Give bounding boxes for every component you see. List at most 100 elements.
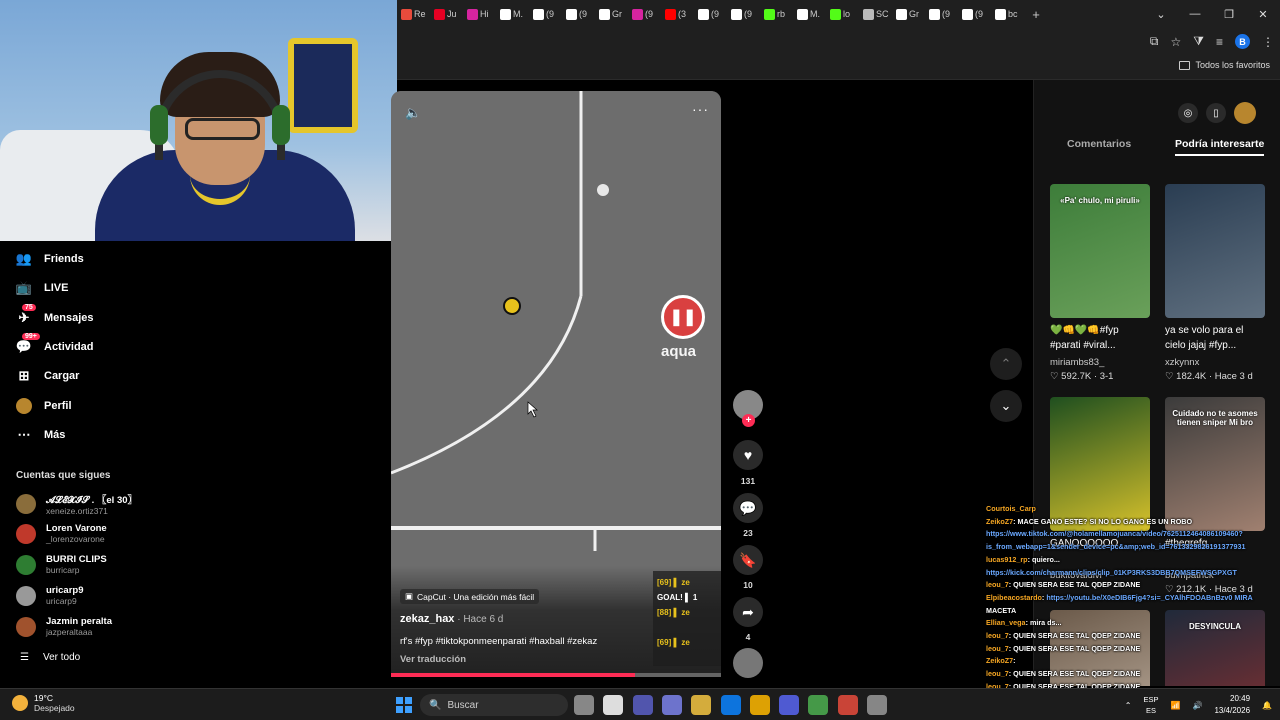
- chat-message: leou_7: QUIEN SERA ESE TAL QDEP ZIDANE: [986, 630, 1280, 643]
- tab-related[interactable]: Podría interesarte: [1175, 138, 1265, 156]
- wifi-icon[interactable]: 📶: [1171, 701, 1181, 710]
- account-text: Loren Varone _lorenzovarone: [46, 523, 107, 544]
- browser-tab[interactable]: (3: [661, 0, 694, 28]
- video-progress-bar[interactable]: [391, 673, 721, 677]
- card-title[interactable]: 💚👊💚👊#fyp #parati #viral...: [1050, 323, 1150, 353]
- more-options-icon[interactable]: ···: [692, 101, 709, 117]
- see-translation-link[interactable]: Ver traducción: [400, 654, 466, 665]
- chat-link[interactable]: https://kick.com/charmann/clips/clip_01K…: [986, 568, 1237, 577]
- video-thumbnail[interactable]: [1165, 184, 1265, 318]
- browser-tab[interactable]: Hi: [463, 0, 496, 28]
- weather-widget[interactable]: 19°C Despejado: [12, 693, 75, 713]
- browser-tab[interactable]: (9: [562, 0, 595, 28]
- sidebar-item-actividad[interactable]: 💬 99+ Actividad: [16, 333, 94, 355]
- store-icon[interactable]: [749, 695, 770, 715]
- account-text: uricarp9 uricarp9: [46, 585, 84, 606]
- sidebar-item-perfil[interactable]: Perfil: [16, 398, 72, 414]
- browser-profile-avatar[interactable]: B: [1235, 34, 1250, 49]
- chevron-down-icon[interactable]: ⌄: [1144, 0, 1178, 28]
- device-icon[interactable]: ▯: [1206, 103, 1226, 123]
- tab-favicon-icon: [599, 8, 610, 20]
- widgets-icon[interactable]: [603, 695, 624, 715]
- chat-link[interactable]: https://www.tiktok.com/@holamellamojuanc…: [986, 529, 1243, 538]
- compass-icon[interactable]: ◎: [1178, 103, 1198, 123]
- teams-icon[interactable]: [661, 695, 682, 715]
- sidebar-item-más[interactable]: ⋯ Más: [16, 427, 66, 443]
- previous-video-button[interactable]: ⌃: [990, 348, 1022, 380]
- clock[interactable]: 20:49 13/4/2026: [1214, 693, 1250, 717]
- browser-tab[interactable]: M.: [793, 0, 826, 28]
- speaker-icon[interactable]: 🔊: [1192, 701, 1202, 710]
- video-author[interactable]: zekaz_hax · Hace 6 d: [400, 613, 503, 625]
- browser-tab[interactable]: Ju: [430, 0, 463, 28]
- next-video-button[interactable]: ⌄: [990, 390, 1022, 422]
- browser-tab[interactable]: M.: [496, 0, 529, 28]
- volume-icon[interactable]: 🔈: [405, 105, 421, 121]
- tray-chevron-icon[interactable]: ⌃: [1125, 701, 1132, 710]
- follow-plus-icon[interactable]: +: [742, 414, 755, 427]
- media-icon[interactable]: ≡: [1216, 35, 1223, 49]
- windows-start-icon[interactable]: [396, 697, 412, 713]
- browser-tab[interactable]: SC: [859, 0, 892, 28]
- cast-icon[interactable]: ⧉: [1150, 34, 1159, 49]
- file-explorer-icon[interactable]: [691, 695, 712, 715]
- app-icon[interactable]: [867, 695, 887, 715]
- task-view-icon[interactable]: [574, 695, 594, 715]
- following-account[interactable]: 𝓐𝓛𝓔𝓧𝓘𝓢 . 〖el 30〗 xeneize.ortiz371: [16, 492, 137, 516]
- copilot-icon[interactable]: [632, 695, 653, 715]
- chat-link[interactable]: https://youtu.be/X0eDIB6Fjg4?si=_CYAlhFD…: [1046, 593, 1252, 602]
- browser-tab[interactable]: bc: [991, 0, 1024, 28]
- chat-link[interactable]: is_from_webapp=1&sender_device=pc&amp;we…: [986, 542, 1246, 551]
- browser-tab[interactable]: lo: [826, 0, 859, 28]
- bookmark-star-icon[interactable]: ☆: [1171, 35, 1182, 49]
- following-account[interactable]: Loren Varone _lorenzovarone: [16, 523, 107, 544]
- chrome-alt-icon[interactable]: [837, 695, 858, 715]
- like-icon[interactable]: ♥: [733, 440, 763, 470]
- extensions-icon[interactable]: ⧩: [1193, 34, 1204, 49]
- browser-tab[interactable]: (9: [628, 0, 661, 28]
- minimize-button[interactable]: —: [1178, 0, 1212, 28]
- browser-tab[interactable]: Gr: [595, 0, 628, 28]
- notifications-icon[interactable]: 🔔: [1262, 701, 1272, 710]
- browser-tab[interactable]: (9: [694, 0, 727, 28]
- video-thumbnail[interactable]: «Pa' chulo, mi piruli»: [1050, 184, 1150, 318]
- browser-tab[interactable]: Re: [397, 0, 430, 28]
- sidebar-item-live[interactable]: 📺 LIVE: [16, 280, 69, 296]
- share-icon[interactable]: ➦: [733, 597, 763, 627]
- browser-tab[interactable]: (9: [925, 0, 958, 28]
- edge-icon[interactable]: [720, 695, 741, 715]
- music-disc-icon[interactable]: [733, 648, 763, 678]
- card-author[interactable]: xzkynnx: [1165, 357, 1199, 368]
- browser-tab[interactable]: (9: [958, 0, 991, 28]
- following-account[interactable]: uricarp9 uricarp9: [16, 585, 84, 606]
- following-account[interactable]: BURRI CLIPS burricarp: [16, 554, 107, 575]
- all-bookmarks-button[interactable]: Todos los favoritos: [1179, 60, 1270, 70]
- language-indicator[interactable]: ESP ES: [1143, 694, 1158, 716]
- bookmark-icon[interactable]: 🔖: [733, 545, 763, 575]
- sidebar-item-friends[interactable]: 👥 Friends: [16, 251, 84, 267]
- new-tab-button[interactable]: +: [1024, 0, 1048, 28]
- browser-tab[interactable]: (9: [727, 0, 760, 28]
- capcut-link[interactable]: ▣ CapCut · Una edición más fácil: [400, 589, 540, 604]
- video-player[interactable]: 🔈 ··· ❚❚ aqua [69] ▌ ze GOAL! ▌ 1 [88] ▌ z…: [391, 91, 721, 677]
- restore-button[interactable]: ❐: [1212, 0, 1246, 28]
- see-all-button[interactable]: ☰ Ver todo: [20, 652, 80, 663]
- browser-tab[interactable]: rb: [760, 0, 793, 28]
- tab-comments[interactable]: Comentarios: [1067, 138, 1131, 150]
- card-title[interactable]: ya se volo para el cielo jajaj #fyp...: [1165, 323, 1265, 353]
- card-author[interactable]: miriambs83_: [1050, 357, 1104, 368]
- chat-username: leou_7: [986, 669, 1009, 679]
- user-avatar[interactable]: [1234, 102, 1256, 124]
- comment-icon[interactable]: 💬: [733, 493, 763, 523]
- sidebar-item-cargar[interactable]: ⊞ Cargar: [16, 368, 80, 384]
- taskbar-search[interactable]: 🔍 Buscar: [420, 694, 568, 716]
- browser-tab[interactable]: Gr: [892, 0, 925, 28]
- menu-icon[interactable]: ⋮: [1262, 35, 1274, 49]
- chrome-icon[interactable]: [808, 695, 829, 715]
- video-author-name[interactable]: zekaz_hax: [400, 613, 454, 625]
- discord-icon[interactable]: [779, 695, 800, 715]
- close-button[interactable]: ✕: [1246, 0, 1280, 28]
- sidebar-item-mensajes[interactable]: ✈ 75 Mensajes: [16, 304, 94, 326]
- following-account[interactable]: Jazmin peralta jazperaltaaa: [16, 616, 112, 637]
- browser-tab[interactable]: (9: [529, 0, 562, 28]
